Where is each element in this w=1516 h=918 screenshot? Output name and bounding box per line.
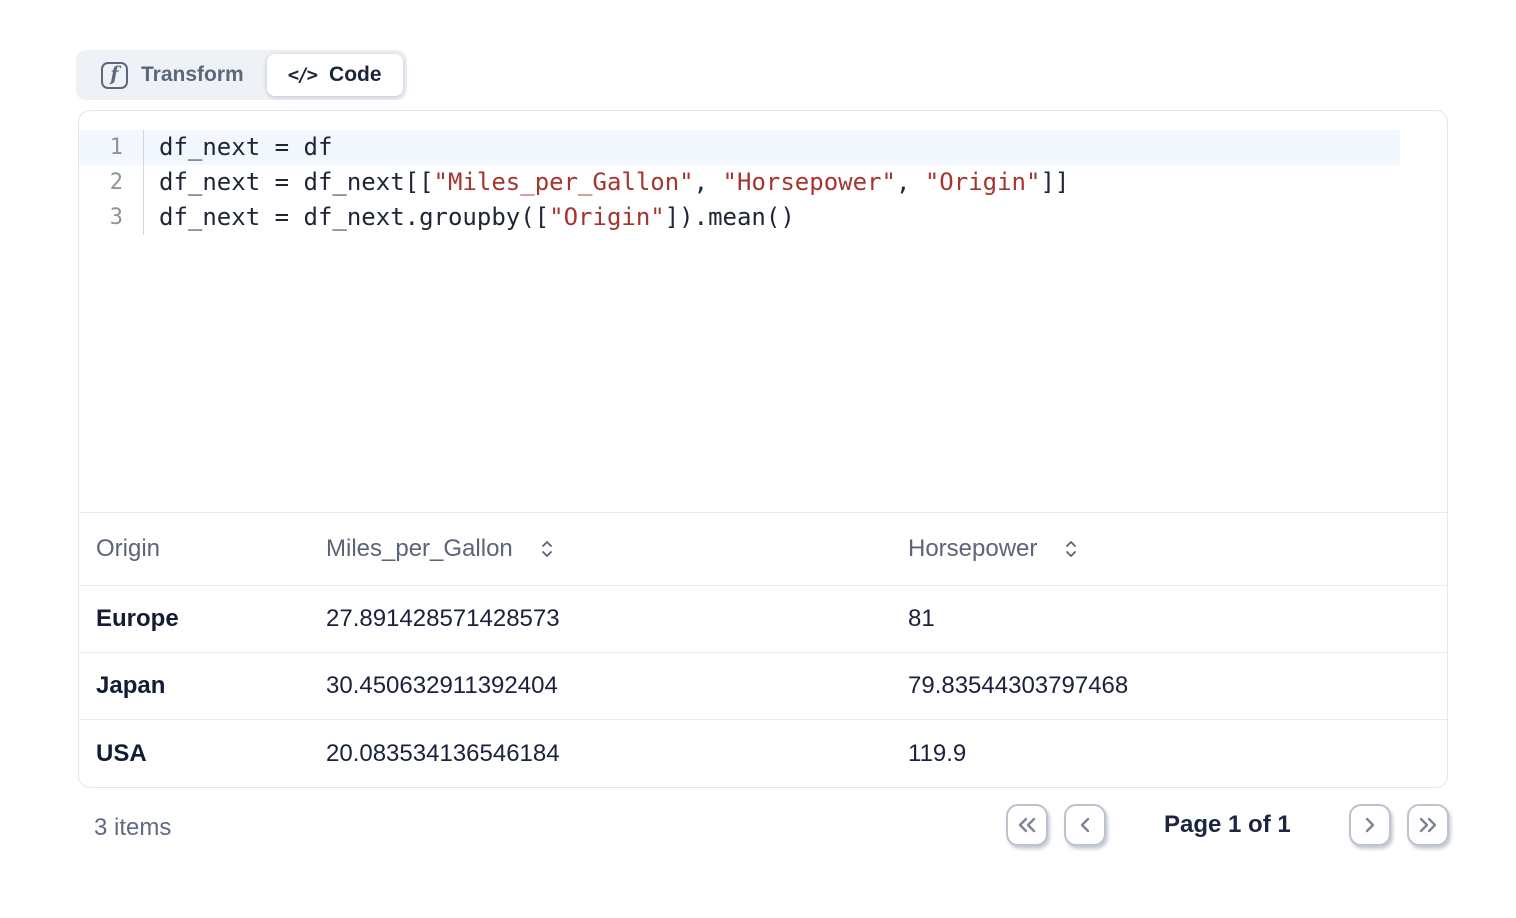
code-line[interactable]: 3df_next = df_next.groupby(["Origin"]).m… (79, 200, 1400, 235)
line-number: 2 (79, 165, 144, 200)
code-line-text: df_next = df (144, 130, 332, 165)
code-line[interactable]: 2df_next = df_next[["Miles_per_Gallon", … (79, 165, 1400, 200)
tab-transform[interactable]: f Transform (80, 54, 265, 96)
sort-icon (1061, 538, 1081, 560)
double-chevron-right-icon (1417, 816, 1439, 834)
chevron-left-icon (1076, 816, 1094, 834)
column-header-origin: Origin (96, 535, 326, 563)
code-brackets-icon: </> (288, 64, 316, 86)
code-line[interactable]: 1df_next = df (79, 130, 1400, 165)
last-page-button[interactable] (1407, 804, 1449, 846)
origin-cell: USA (96, 740, 326, 768)
function-icon: f (101, 62, 128, 89)
dataframe-transform-panel: f Transform </> Code 1df_next = df2df_ne… (0, 0, 1516, 918)
table-row: Europe27.89142857142857381 (79, 586, 1447, 653)
column-label: Origin (96, 535, 160, 563)
origin-cell: Europe (96, 605, 326, 633)
first-page-button[interactable] (1006, 804, 1048, 846)
page-indicator: Page 1 of 1 (1164, 811, 1291, 839)
miles-per-gallon-cell: 20.083534136546184 (326, 740, 908, 768)
line-number: 1 (79, 130, 144, 165)
line-number: 3 (79, 200, 144, 235)
table-row: Japan30.45063291139240479.83544303797468 (79, 653, 1447, 720)
tab-code[interactable]: </> Code (267, 54, 403, 96)
column-label: Horsepower (908, 535, 1037, 563)
horsepower-cell: 81 (908, 605, 1447, 633)
tab-transform-label: Transform (141, 63, 244, 87)
miles-per-gallon-cell: 30.450632911392404 (326, 672, 908, 700)
transform-card: 1df_next = df2df_next = df_next[["Miles_… (78, 110, 1448, 788)
double-chevron-left-icon (1016, 816, 1038, 834)
result-table: OriginMiles_per_GallonHorsepower Europe2… (79, 513, 1447, 787)
sort-icon (537, 538, 557, 560)
pagination: Page 1 of 1 (1006, 804, 1449, 846)
origin-cell: Japan (96, 672, 326, 700)
previous-page-button[interactable] (1064, 804, 1106, 846)
code-line-text: df_next = df_next[["Miles_per_Gallon", "… (144, 165, 1069, 200)
code-line-text: df_next = df_next.groupby(["Origin"]).me… (144, 200, 795, 235)
column-header-horsepower[interactable]: Horsepower (908, 535, 1447, 563)
miles-per-gallon-cell: 27.891428571428573 (326, 605, 908, 633)
column-label: Miles_per_Gallon (326, 535, 513, 563)
code-editor[interactable]: 1df_next = df2df_next = df_next[["Miles_… (79, 111, 1447, 513)
view-mode-tabs: f Transform </> Code (76, 50, 407, 100)
horsepower-cell: 79.83544303797468 (908, 672, 1447, 700)
chevron-right-icon (1361, 816, 1379, 834)
table-body: Europe27.89142857142857381Japan30.450632… (79, 586, 1447, 787)
next-page-button[interactable] (1349, 804, 1391, 846)
table-header-row: Origin Miles_per_Gallon Horsepower (79, 513, 1447, 586)
table-row: USA20.083534136546184119.9 (79, 720, 1447, 787)
tab-code-label: Code (329, 63, 382, 87)
column-header-miles_per_gallon[interactable]: Miles_per_Gallon (326, 535, 908, 563)
horsepower-cell: 119.9 (908, 740, 1447, 768)
items-count: 3 items (94, 814, 171, 842)
